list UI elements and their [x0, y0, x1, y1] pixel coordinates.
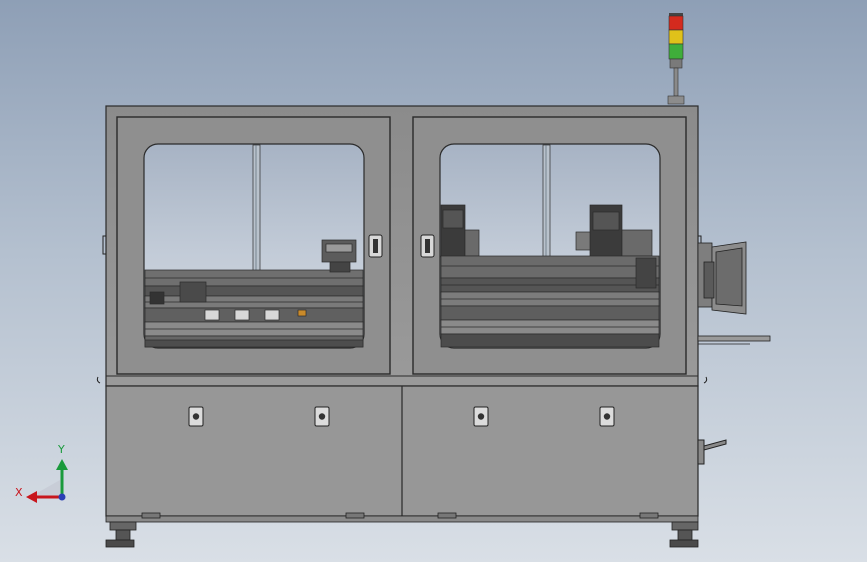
coordinate-triad — [26, 459, 68, 503]
side-lever — [697, 439, 727, 465]
panel-lock-3[interactable] — [473, 406, 489, 427]
caster-wheel-left — [105, 521, 137, 548]
signal-tower — [667, 13, 685, 105]
panel-lock-2[interactable] — [314, 406, 330, 427]
panel-lock-4[interactable] — [599, 406, 615, 427]
signal-tower-cap — [669, 13, 683, 16]
signal-lamp-yellow — [668, 29, 684, 45]
x-axis-arrowhead — [26, 491, 37, 503]
panel-lock-1[interactable] — [188, 406, 204, 427]
side-shelf — [697, 335, 771, 345]
signal-tower-pole — [673, 67, 679, 97]
signal-lamp-red — [668, 15, 684, 31]
caster-wheel-right — [669, 521, 699, 548]
side-monitor — [697, 241, 747, 315]
cad-viewport: Y X — [0, 0, 867, 562]
lower-cabinet — [105, 385, 699, 517]
machine-drawing — [26, 13, 771, 548]
left-door-handle[interactable] — [368, 234, 383, 258]
signal-tower-mount — [667, 95, 685, 105]
y-axis-label: Y — [58, 443, 65, 456]
right-door-handle[interactable] — [420, 234, 435, 258]
y-axis-arrowhead — [56, 459, 68, 470]
x-axis-label: X — [15, 486, 23, 499]
signal-lamp-green — [668, 43, 684, 60]
z-axis-marker — [58, 493, 66, 501]
signal-tower-base — [669, 58, 683, 69]
